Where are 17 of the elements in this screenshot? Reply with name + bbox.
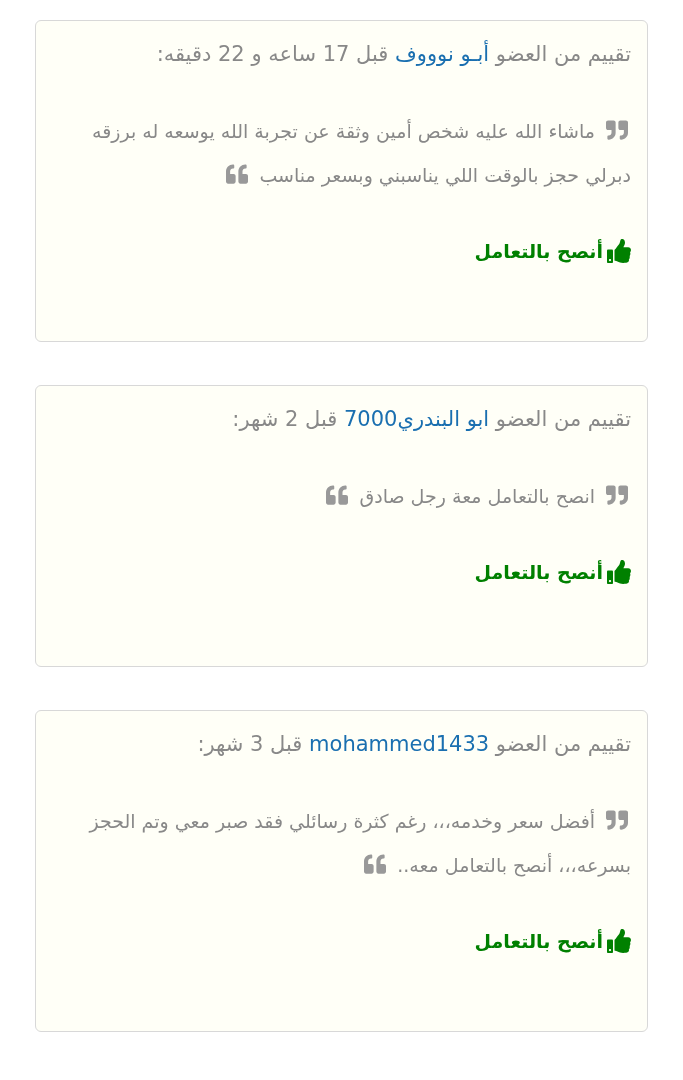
quote-open-icon <box>603 484 631 506</box>
member-link[interactable]: ابو البندري7000 <box>344 407 490 431</box>
quote-open-icon <box>603 119 631 141</box>
thumbs-up-icon <box>607 239 631 264</box>
member-link[interactable]: أبـو نوووف <box>395 42 490 66</box>
review-header: تقييم من العضو أبـو نوووف قبل 17 ساعه و 22 دقيقه: <box>155 39 631 68</box>
member-link[interactable]: mohammed1433 <box>309 732 490 756</box>
rating-label: أنصح بالتعامل <box>474 928 603 955</box>
review-comment: أفضل سعر وخدمه،،، رغم كثرة رسائلي فقد صبر معي وتم الحجز بسرعه،،، أنصح بالتعامل معه.. <box>87 808 631 879</box>
thumbs-up-icon <box>607 929 631 954</box>
rating-label: أنصح بالتعامل <box>474 238 603 265</box>
rating-label: أنصح بالتعامل <box>474 559 603 586</box>
review-comment: انصح بالتعامل معة رجل صادق <box>52 474 631 518</box>
quote-open-icon <box>603 809 631 831</box>
thumbs-up-icon <box>607 560 631 585</box>
review-comment: ماشاء الله عليه شخص أمين وثقة عن تجربة الله يوسعه له برزقه دبرلي حجز بالوقت اللي يناسبني وبسعر مناسب <box>91 118 631 189</box>
review-header: تقييم من العضو ابو البندري7000 قبل 2 شهر: <box>231 406 631 433</box>
